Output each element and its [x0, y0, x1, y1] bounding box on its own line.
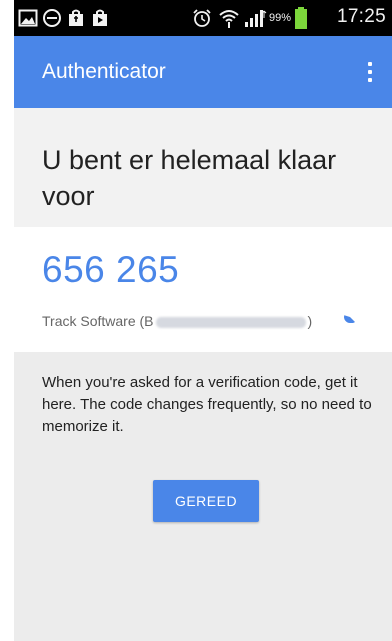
- done-button[interactable]: GEREED: [153, 480, 259, 522]
- info-text: When you're asked for a verification cod…: [42, 374, 372, 435]
- account-label: Track Software (B): [42, 313, 312, 329]
- phone-screen: 99% 17:25 Authenticator U bent er helema…: [14, 0, 392, 641]
- verification-code[interactable]: 656 265: [42, 249, 179, 291]
- play-store-icon: [93, 9, 107, 26]
- signal-icon: [245, 10, 267, 27]
- redacted-account-name: [155, 316, 306, 328]
- gallery-icon: [18, 9, 38, 27]
- battery-icon: [295, 7, 307, 29]
- app-bar: Authenticator: [14, 36, 392, 108]
- status-bar: 99% 17:25: [14, 0, 392, 36]
- battery-percent: 99%: [269, 12, 292, 24]
- more-vertical-icon[interactable]: [358, 59, 382, 85]
- wifi-icon: [219, 10, 239, 28]
- status-time: 17:25: [336, 6, 386, 27]
- alarm-icon: [193, 9, 211, 27]
- heading-card: U bent er helemaal klaar voor: [14, 108, 392, 227]
- app-title: Authenticator: [42, 60, 166, 83]
- minus-circle-icon: [43, 9, 61, 27]
- countdown-pie-icon: [344, 315, 355, 323]
- account-name-suffix: ): [307, 313, 313, 329]
- shop-bag-icon: [69, 9, 83, 26]
- account-name-prefix: Track Software (B: [42, 313, 154, 329]
- device-frame: 99% 17:25 Authenticator U bent er helema…: [0, 0, 392, 641]
- menu-dot: [368, 78, 372, 82]
- menu-dot: [368, 62, 372, 66]
- page-title: U bent er helemaal klaar voor: [42, 145, 337, 211]
- code-card[interactable]: 656 265 Track Software (B): [14, 227, 392, 352]
- menu-dot: [368, 70, 372, 74]
